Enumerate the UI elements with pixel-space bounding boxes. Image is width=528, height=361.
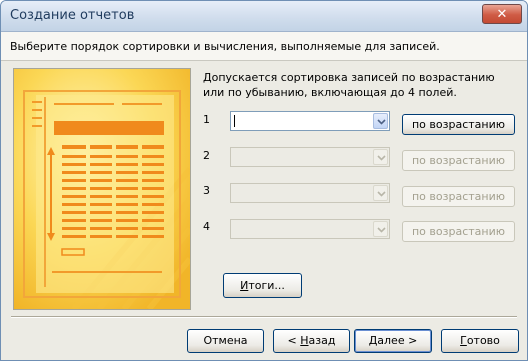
back-prefix: < — [287, 334, 301, 347]
summary-label-rest: тоги... — [248, 279, 285, 292]
sort-order-3-button[interactable]: по возрастанию — [402, 186, 515, 207]
finish-access-key: Г — [460, 334, 467, 347]
back-label-rest: азад — [308, 334, 336, 347]
finish-label-rest: отово — [466, 334, 500, 347]
title-bar[interactable]: Создание отчетов ✕ — [1, 1, 527, 32]
summary-options-button[interactable]: Итоги... — [223, 273, 302, 298]
sort-field-1-combobox[interactable] — [230, 111, 390, 131]
sort-row-1-number: 1 — [203, 113, 210, 126]
back-button[interactable]: < Назад — [273, 329, 350, 353]
footer-separator — [11, 316, 517, 318]
next-label-rest: алее > — [377, 334, 418, 347]
sort-description: Допускается сортировка записей по возрас… — [203, 71, 495, 99]
sort-row-4-number: 4 — [203, 220, 210, 233]
text-caret — [234, 115, 235, 127]
back-access-key: Н — [300, 334, 309, 347]
next-access-key: Д — [368, 334, 378, 347]
chevron-down-icon[interactable] — [373, 149, 388, 165]
sort-field-2-combobox[interactable] — [230, 147, 390, 167]
chevron-down-icon[interactable] — [373, 113, 388, 129]
chevron-down-icon[interactable] — [373, 221, 388, 237]
sort-order-4-button[interactable]: по возрастанию — [402, 221, 515, 242]
finish-button[interactable]: Готово — [441, 329, 519, 353]
chevron-down-icon[interactable] — [373, 185, 388, 201]
sort-field-3-combobox[interactable] — [230, 183, 390, 203]
close-button[interactable]: ✕ — [482, 4, 522, 24]
window-title: Создание отчетов — [10, 8, 135, 23]
sort-field-4-combobox[interactable] — [230, 219, 390, 239]
report-preview-illustration — [13, 68, 193, 311]
next-button[interactable]: Далее > — [354, 329, 432, 353]
sort-order-1-button[interactable]: по возрастанию — [402, 114, 515, 135]
instruction-band: Выберите порядок сортировки и вычисления… — [1, 32, 527, 61]
instruction-text: Выберите порядок сортировки и вычисления… — [10, 40, 440, 53]
cancel-button[interactable]: Отмена — [187, 329, 264, 353]
close-icon: ✕ — [496, 7, 508, 22]
report-preview-image — [14, 69, 193, 311]
sort-row-3-number: 3 — [203, 184, 210, 197]
sort-order-2-button[interactable]: по возрастанию — [402, 150, 515, 171]
sort-row-2-number: 2 — [203, 149, 210, 162]
report-wizard-window: Создание отчетов ✕ Выберите порядок сорт… — [0, 0, 528, 361]
